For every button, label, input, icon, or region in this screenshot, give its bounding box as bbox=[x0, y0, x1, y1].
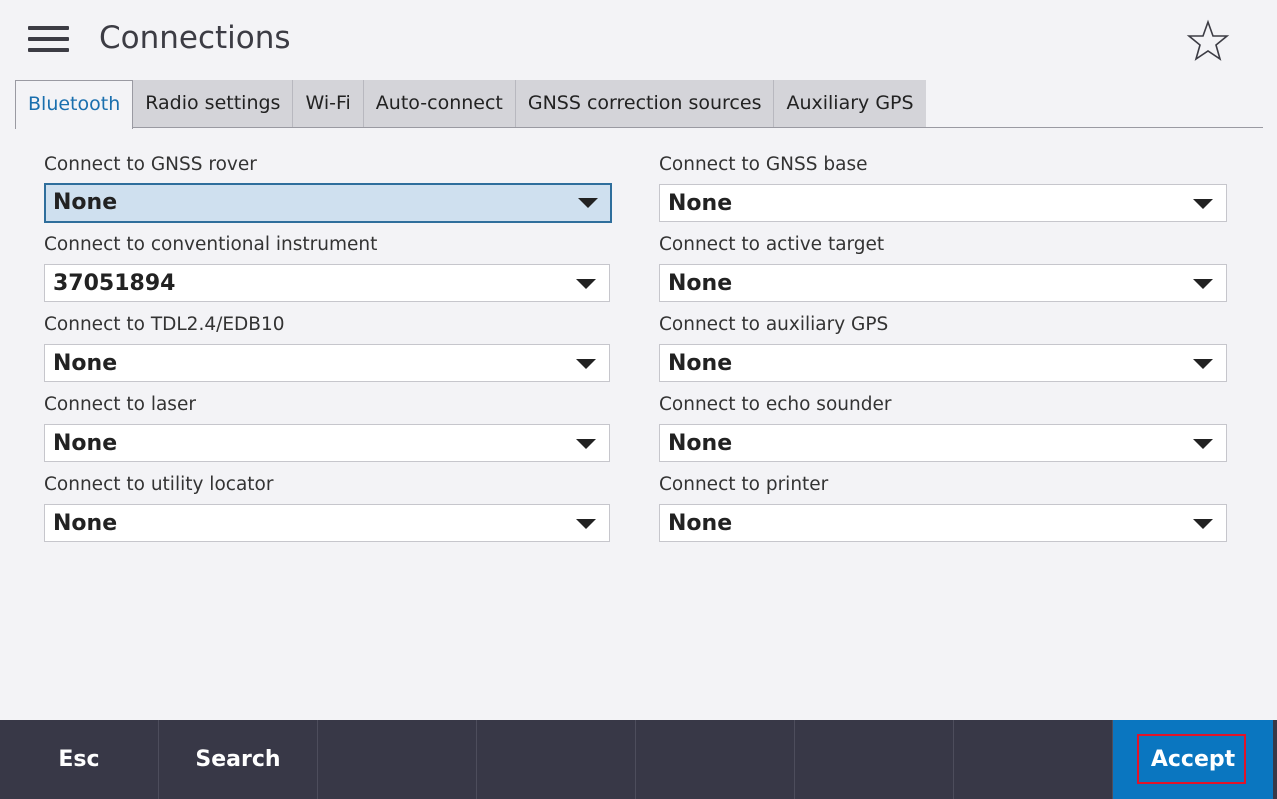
dropdown-value: None bbox=[668, 511, 733, 536]
auxiliary-gps-label: Connect to auxiliary GPS bbox=[659, 314, 889, 335]
printer-dropdown[interactable]: None bbox=[659, 504, 1227, 542]
tab-auto-connect[interactable]: Auto-connect bbox=[363, 80, 516, 127]
header: Connections bbox=[0, 0, 1277, 80]
empty-softkey bbox=[636, 720, 795, 799]
dropdown-value: 37051894 bbox=[53, 271, 176, 296]
tab-wi-fi[interactable]: Wi-Fi bbox=[293, 80, 364, 127]
active-target-dropdown[interactable]: None bbox=[659, 264, 1227, 302]
chevron-down-icon bbox=[576, 359, 596, 369]
tab-radio-settings[interactable]: Radio settings bbox=[133, 80, 294, 127]
chevron-down-icon bbox=[1193, 359, 1213, 369]
dropdown-value: None bbox=[668, 191, 733, 216]
search-button[interactable]: Search bbox=[159, 720, 318, 799]
dropdown-value: None bbox=[53, 511, 118, 536]
tdl-label: Connect to TDL2.4/EDB10 bbox=[44, 314, 285, 335]
utility-locator-dropdown[interactable]: None bbox=[44, 504, 610, 542]
gnss-rover-label: Connect to GNSS rover bbox=[44, 154, 257, 175]
chevron-down-icon bbox=[576, 519, 596, 529]
star-icon[interactable] bbox=[1186, 19, 1230, 63]
tdl-dropdown[interactable]: None bbox=[44, 344, 610, 382]
dropdown-value: None bbox=[668, 351, 733, 376]
chevron-down-icon bbox=[1193, 519, 1213, 529]
dropdown-value: None bbox=[53, 351, 118, 376]
chevron-down-icon bbox=[576, 439, 596, 449]
gnss-rover-dropdown[interactable]: None bbox=[44, 183, 612, 223]
auxiliary-gps-dropdown[interactable]: None bbox=[659, 344, 1227, 382]
esc-button[interactable]: Esc bbox=[0, 720, 159, 799]
tab-gnss-correction-sources[interactable]: GNSS correction sources bbox=[515, 80, 775, 127]
tab-bar: Bluetooth Radio settings Wi-Fi Auto-conn… bbox=[15, 80, 926, 129]
conventional-instrument-dropdown[interactable]: 37051894 bbox=[44, 264, 610, 302]
echo-sounder-label: Connect to echo sounder bbox=[659, 394, 892, 415]
dropdown-value: None bbox=[668, 431, 733, 456]
accept-label: Accept bbox=[1150, 747, 1236, 772]
active-target-label: Connect to active target bbox=[659, 234, 885, 255]
empty-softkey bbox=[477, 720, 636, 799]
chevron-down-icon bbox=[1193, 199, 1213, 209]
page-title: Connections bbox=[99, 20, 291, 56]
gnss-base-dropdown[interactable]: None bbox=[659, 184, 1227, 222]
softkey-bar: Esc Search Accept bbox=[0, 720, 1277, 799]
accept-button[interactable]: Accept bbox=[1113, 720, 1273, 799]
empty-softkey bbox=[795, 720, 954, 799]
laser-label: Connect to laser bbox=[44, 394, 196, 415]
dropdown-value: None bbox=[668, 271, 733, 296]
dropdown-value: None bbox=[53, 431, 118, 456]
chevron-down-icon bbox=[576, 279, 596, 289]
printer-label: Connect to printer bbox=[659, 474, 829, 495]
connections-screen: Connections Bluetooth Radio settings Wi-… bbox=[0, 0, 1277, 799]
utility-locator-label: Connect to utility locator bbox=[44, 474, 274, 495]
chevron-down-icon bbox=[578, 198, 598, 208]
tab-bluetooth[interactable]: Bluetooth bbox=[15, 80, 134, 129]
empty-softkey bbox=[318, 720, 477, 799]
chevron-down-icon bbox=[1193, 279, 1213, 289]
laser-dropdown[interactable]: None bbox=[44, 424, 610, 462]
dropdown-value: None bbox=[53, 190, 118, 215]
chevron-down-icon bbox=[1193, 439, 1213, 449]
gnss-base-label: Connect to GNSS base bbox=[659, 154, 868, 175]
empty-softkey bbox=[954, 720, 1113, 799]
echo-sounder-dropdown[interactable]: None bbox=[659, 424, 1227, 462]
hamburger-menu-icon[interactable] bbox=[28, 26, 70, 56]
conventional-instrument-label: Connect to conventional instrument bbox=[44, 234, 378, 255]
tab-auxiliary-gps[interactable]: Auxiliary GPS bbox=[774, 80, 926, 127]
